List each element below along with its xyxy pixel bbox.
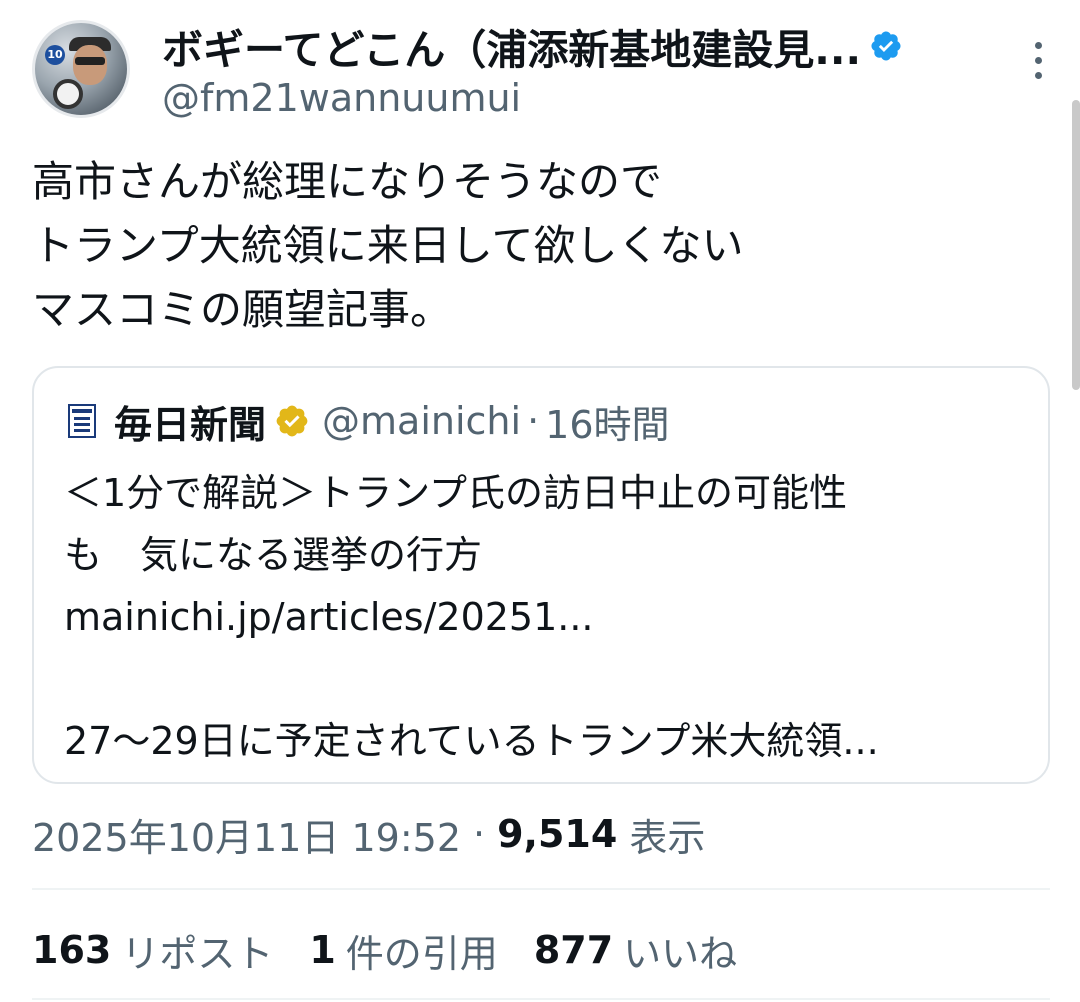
- likes-stat[interactable]: 877 いいね: [534, 923, 737, 978]
- reposts-label: リポスト: [121, 931, 274, 976]
- engagement-stats: 163 リポスト 1 件の引用 877 いいね: [32, 920, 773, 980]
- likes-count: 877: [533, 928, 614, 972]
- tweet-text-line: マスコミの願望記事。: [32, 285, 453, 334]
- quoted-author-handle: @mainichi: [322, 399, 522, 443]
- more-options-icon[interactable]: [1032, 42, 1044, 86]
- likes-label: いいね: [623, 931, 738, 976]
- views-count: 9,514: [497, 812, 618, 856]
- quotes-stat[interactable]: 1 件の引用: [309, 923, 497, 978]
- quoted-text-line: ＜1分で解説＞トランプ氏の訪日中止の可能性: [64, 471, 848, 515]
- avatar-dog: [53, 79, 83, 109]
- separator-dot: ·: [527, 399, 540, 443]
- verified-badge-icon: [871, 31, 901, 61]
- display-name[interactable]: ボギーてどこん（浦添新基地建設見...: [162, 16, 861, 76]
- mainichi-logo-icon: [68, 404, 96, 438]
- reposts-stat[interactable]: 163 リポスト: [32, 923, 273, 978]
- gold-verified-badge-icon: [276, 405, 308, 437]
- avatar-face: [73, 45, 107, 85]
- quoted-link[interactable]: mainichi.jp/articles/20251...: [64, 586, 1024, 648]
- quoted-author-name: 毎日新聞: [114, 402, 267, 447]
- quotes-count: 1: [309, 928, 336, 972]
- quoted-timestamp: 16時間: [545, 402, 670, 447]
- quoted-text-line: 27〜29日に予定されているトランプ米大統領...: [64, 719, 879, 763]
- tweet-text-line: トランプ大統領に来日して欲しくない: [32, 221, 744, 270]
- tweet-datetime[interactable]: 2025年10月11日 19:52: [32, 807, 461, 862]
- quoted-tweet-header: 毎日新聞 @mainichi · 16時間: [68, 396, 670, 447]
- display-name-row[interactable]: ボギーてどこん（浦添新基地建設見...: [162, 20, 903, 74]
- reposts-count: 163: [32, 928, 112, 972]
- quoted-tweet-card[interactable]: 毎日新聞 @mainichi · 16時間 ＜1分で解説＞トランプ氏の訪日中止の…: [32, 366, 1050, 784]
- views-label: 表示: [629, 815, 706, 860]
- tweet-header: 10 ボギーてどこん（浦添新基地建設見... @fm21wannuumui: [30, 18, 1070, 128]
- quoted-text-line: も 気になる選挙の行方: [64, 533, 483, 577]
- quoted-tweet-body: ＜1分で解説＞トランプ氏の訪日中止の可能性 も 気になる選挙の行方 mainic…: [64, 462, 1024, 772]
- separator-dot: ·: [473, 812, 486, 856]
- avatar-glasses: [75, 57, 105, 65]
- quotes-label: 件の引用: [345, 931, 498, 976]
- divider: [32, 998, 1050, 1000]
- quoted-text-blank: [64, 648, 1024, 710]
- divider: [32, 888, 1050, 890]
- avatar-number-badge: 10: [45, 45, 65, 65]
- tweet-text: 高市さんが総理になりそうなので トランプ大統領に来日して欲しくない マスコミの願…: [32, 150, 1042, 342]
- scrollbar[interactable]: [1072, 100, 1080, 390]
- avatar[interactable]: 10: [32, 20, 130, 118]
- tweet-text-line: 高市さんが総理になりそうなので: [32, 157, 663, 206]
- tweet-meta: 2025年10月11日 19:52 · 9,514 表示: [32, 806, 705, 862]
- user-handle[interactable]: @fm21wannuumui: [162, 76, 521, 120]
